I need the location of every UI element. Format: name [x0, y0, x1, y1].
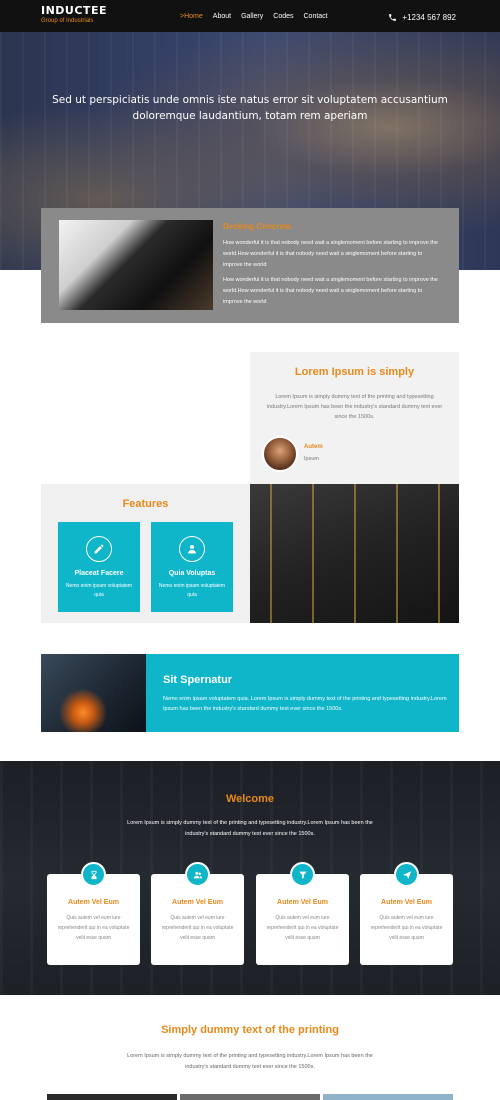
person-role: Ipsum	[304, 456, 319, 462]
brand-title: INDUCTEE	[41, 4, 107, 17]
service-text: Quis autem vel eum iure reprehenderit qu…	[266, 915, 339, 941]
person-name: Autem	[304, 444, 323, 450]
service-card[interactable]: Autem Vel Eum Quis autem vel eum iure re…	[151, 862, 244, 965]
gallery-image-2	[180, 1094, 320, 1100]
nav-about[interactable]: About	[213, 13, 231, 20]
service-title: Autem Vel Eum	[277, 899, 328, 906]
testimonial-text: Lorem Ipsum is simply dummy text of the …	[266, 394, 443, 420]
decking-card: Decking Concrete How wonderful it is tha…	[41, 208, 459, 323]
phone-number: +1234 567 892	[402, 13, 456, 22]
pencil-icon	[86, 536, 112, 562]
service-card[interactable]: Autem Vel Eum Quis autem vel eum iure re…	[256, 862, 349, 965]
phone-icon	[389, 14, 397, 21]
main-menu: >Home About Gallery Codes Contact	[180, 13, 328, 20]
service-title: Autem Vel Eum	[172, 899, 223, 906]
user-icon	[179, 536, 205, 562]
sit-title: Sit Spernatur	[163, 674, 233, 686]
welcome-title: Welcome	[225, 793, 275, 805]
decking-title: Decking Concrete	[223, 222, 292, 231]
welcome-text: Lorem Ipsum is simply dummy text of the …	[127, 820, 373, 837]
hero-text: Sed ut perspiciatis unde omnis iste natu…	[52, 94, 448, 122]
nav-gallery[interactable]: Gallery	[241, 13, 263, 20]
phone-contact[interactable]: +1234 567 892	[388, 13, 456, 22]
welcome-section: Welcome Lorem Ipsum is simply dummy text…	[0, 761, 500, 995]
dummy-title: Simply dummy text of the printing	[161, 1024, 339, 1036]
brand-logo[interactable]: INDUCTEE Group of Industrials	[41, 5, 107, 25]
feature-text: Nemo enim ipsam voluptatem quia	[65, 583, 133, 598]
gallery-image-3	[323, 1094, 453, 1100]
service-text: Quis autem vel eum iure reprehenderit qu…	[370, 915, 443, 941]
avatar	[262, 436, 298, 472]
service-card[interactable]: Autem Vel Eum Quis autem vel eum iure re…	[47, 862, 140, 965]
feature-title: Quia Voluptas	[168, 570, 216, 577]
users-icon	[185, 862, 210, 887]
service-title: Autem Vel Eum	[381, 899, 432, 906]
filter-icon	[290, 862, 315, 887]
features-title: Features	[122, 498, 169, 510]
feature-title: Placeat Facere	[74, 570, 124, 577]
dummy-text: Lorem Ipsum is simply dummy text of the …	[127, 1053, 373, 1070]
service-title: Autem Vel Eum	[68, 899, 119, 906]
decking-image	[59, 220, 213, 310]
sit-spernatur-card: Sit Spernatur Nemo enim ipsam voluptatem…	[146, 654, 459, 732]
decking-paragraph-1: How wonderful it is that nobody need wai…	[223, 240, 438, 268]
features-section: Features Placeat Facere Nemo enim ipsam …	[41, 484, 250, 623]
feature-card[interactable]: Quia Voluptas Nemo enim ipsam voluptatem…	[151, 522, 233, 612]
decking-paragraph-2: How wonderful it is that nobody need wai…	[223, 277, 438, 305]
service-text: Quis autem vel eum iure reprehenderit qu…	[161, 915, 234, 941]
brand-subtitle: Group of Industrials	[41, 18, 94, 24]
service-text: Quis autem vel eum iure reprehenderit qu…	[57, 915, 130, 941]
gallery-image-1	[47, 1094, 177, 1100]
nav-contact[interactable]: Contact	[304, 13, 328, 20]
factory-image	[250, 484, 459, 623]
testimonial-card: Lorem Ipsum is simply Lorem Ipsum is sim…	[250, 352, 459, 486]
feature-text: Nemo enim ipsam voluptatem quia	[158, 583, 226, 598]
nav-codes[interactable]: Codes	[273, 13, 293, 20]
top-navbar: INDUCTEE Group of Industrials >Home Abou…	[0, 0, 500, 32]
nav-home[interactable]: >Home	[180, 13, 203, 20]
feature-card[interactable]: Placeat Facere Nemo enim ipsam voluptate…	[58, 522, 140, 612]
testimonial-title: Lorem Ipsum is simply	[294, 366, 415, 378]
plane-icon	[394, 862, 419, 887]
service-card[interactable]: Autem Vel Eum Quis autem vel eum iure re…	[360, 862, 453, 965]
sit-text: Nemo enim ipsam voluptatem quia. Lorem I…	[163, 696, 447, 712]
hourglass-icon	[81, 862, 106, 887]
welding-image	[41, 654, 146, 732]
